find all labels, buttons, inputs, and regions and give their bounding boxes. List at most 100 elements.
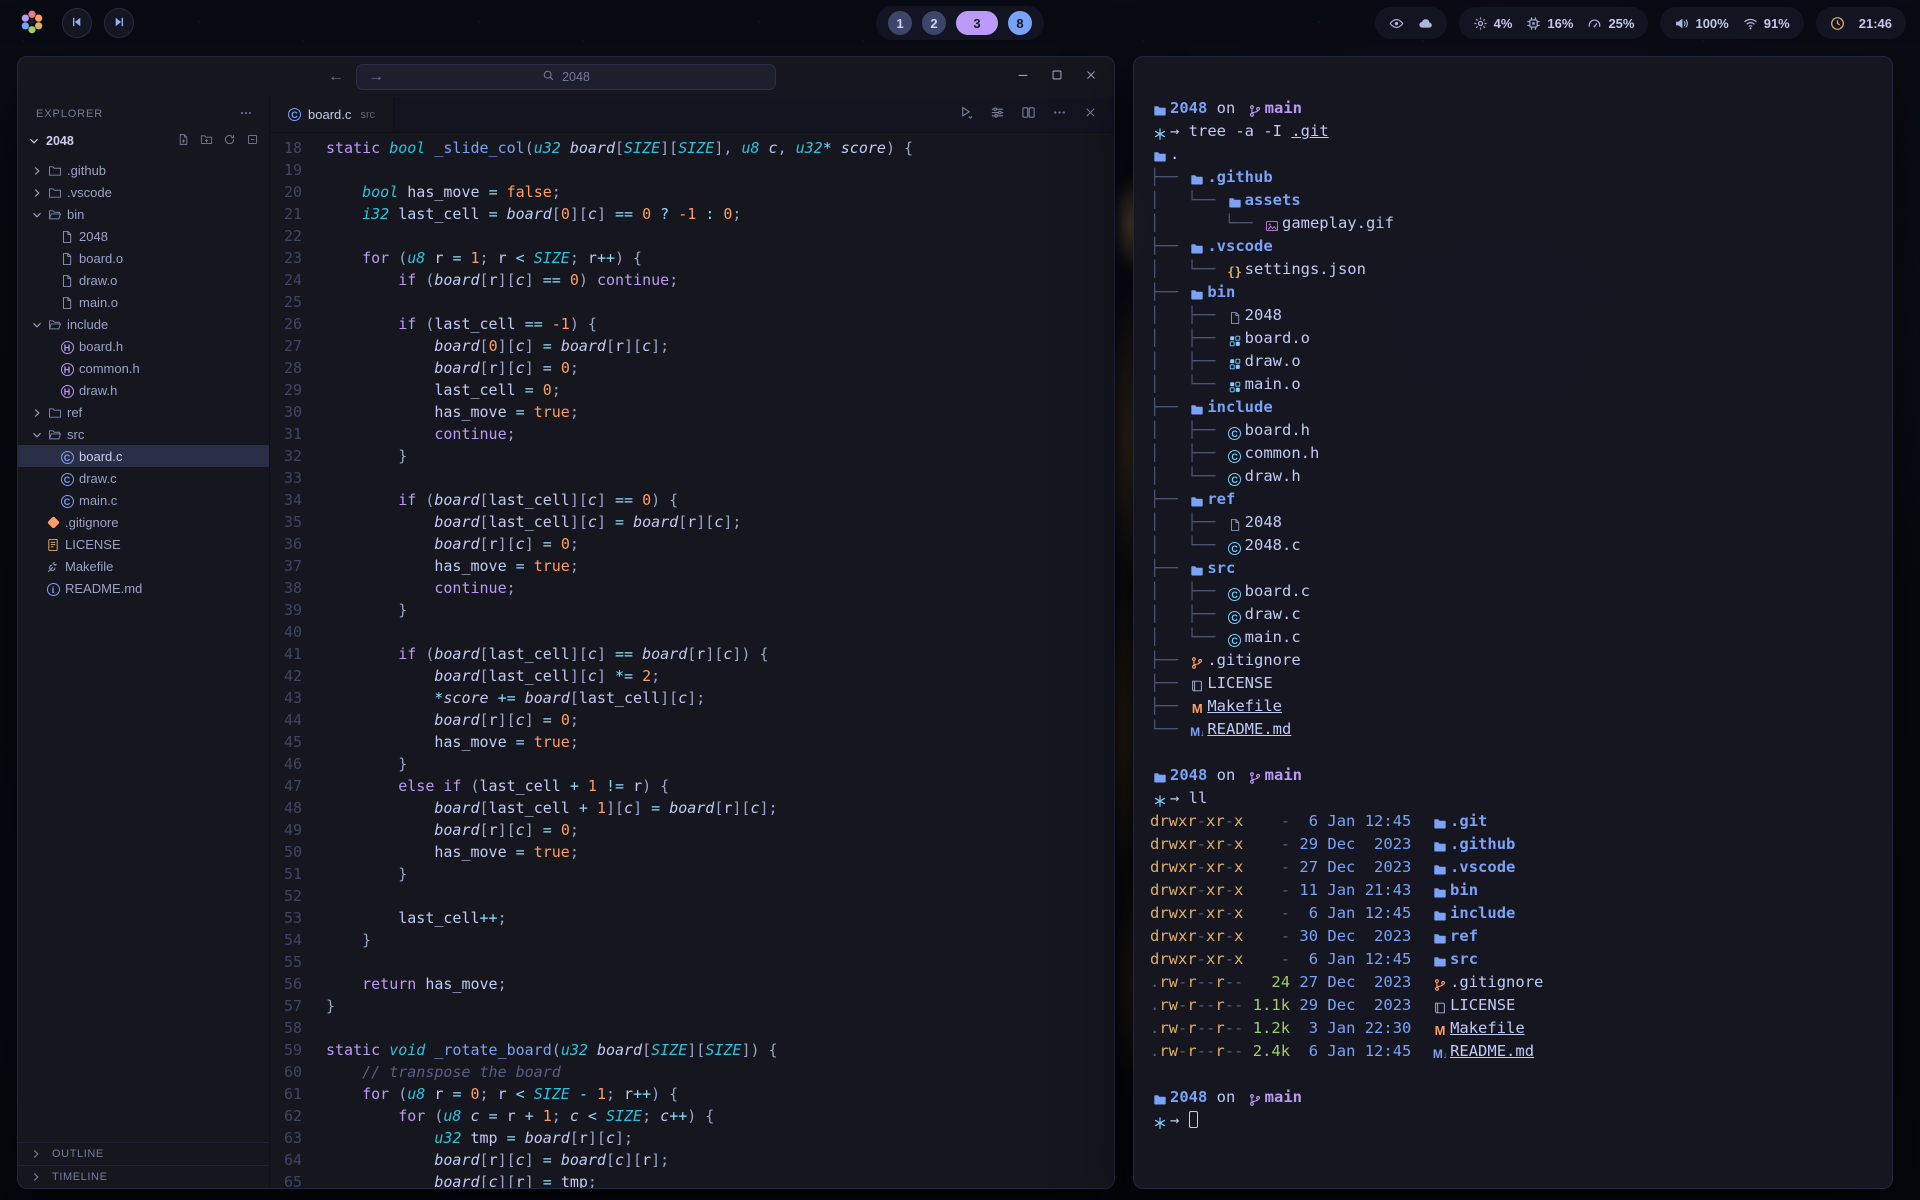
memory-value: 16%: [1547, 16, 1573, 31]
readme-icon: i: [44, 581, 62, 596]
line-number: 18: [270, 137, 302, 159]
folder-icon: [46, 162, 64, 178]
file-label: bin: [67, 207, 84, 222]
volume-stat[interactable]: 100%: [1674, 16, 1728, 31]
explorer-item-board.o[interactable]: board.o: [18, 247, 269, 269]
explorer-item-board.c[interactable]: Cboard.c: [18, 445, 269, 467]
explorer-item-ref[interactable]: ref: [18, 401, 269, 423]
weather-widget[interactable]: [1375, 7, 1447, 39]
close-icon[interactable]: [1084, 68, 1098, 87]
explorer-item-main.c[interactable]: Cmain.c: [18, 489, 269, 511]
launcher-button[interactable]: [14, 5, 50, 41]
minimize-icon[interactable]: [1016, 68, 1030, 87]
explorer-item-LICENSE[interactable]: LICENSE: [18, 533, 269, 555]
explorer-item-README.md[interactable]: iREADME.md: [18, 577, 269, 599]
code-line: board[0][c] = board[r][c];: [326, 335, 1114, 357]
tab-board-c[interactable]: C board.c src: [270, 97, 394, 132]
image-file-icon: [1262, 214, 1282, 237]
explorer-item-main.o[interactable]: main.o: [18, 291, 269, 313]
code-line: for (u8 r = 1; r < SIZE; r++) {: [326, 247, 1114, 269]
makefile-icon: [44, 558, 62, 574]
code-line: i32 last_cell = board[0][c] == 0 ? -1 : …: [326, 203, 1114, 225]
explorer-item-draw.c[interactable]: Cdraw.c: [18, 467, 269, 489]
line-number: 54: [270, 929, 302, 951]
section-label: OUTLINE: [52, 1148, 104, 1160]
workspace-button-3[interactable]: 3: [956, 11, 998, 35]
explorer-item-src[interactable]: src: [18, 423, 269, 445]
explorer-item-draw.o[interactable]: draw.o: [18, 269, 269, 291]
wifi-stat[interactable]: 91%: [1743, 16, 1790, 31]
explorer-item-.vscode[interactable]: .vscode: [18, 181, 269, 203]
terminal-line: ├── bin: [1150, 281, 1892, 304]
chevron-right-icon: [28, 162, 46, 178]
terminal-line: │ └── assets: [1150, 189, 1892, 212]
line-number: 52: [270, 885, 302, 907]
terminal-line: │ └── Cdraw.h: [1150, 465, 1892, 488]
explorer-item-draw.h[interactable]: Hdraw.h: [18, 379, 269, 401]
new-file-icon[interactable]: [177, 133, 190, 149]
code-line: u32 tmp = board[r][c];: [326, 1127, 1114, 1149]
code-line: for (u8 r = 0; r < SIZE - 1; r++) {: [326, 1083, 1114, 1105]
workspace-button-1[interactable]: 1: [888, 11, 912, 35]
line-number: 31: [270, 423, 302, 445]
explorer-item-2048[interactable]: 2048: [18, 225, 269, 247]
code-editor[interactable]: 1819202122232425262728293031323334353637…: [270, 133, 1114, 1188]
line-number: 59: [270, 1039, 302, 1061]
c-file-icon: C: [1225, 605, 1245, 628]
explorer-item-.github[interactable]: .github: [18, 159, 269, 181]
explorer-item-Makefile[interactable]: Makefile: [18, 555, 269, 577]
code-line: }: [326, 753, 1114, 775]
workspace-button-2[interactable]: 2: [922, 11, 946, 35]
terminal-window[interactable]: 2048 on main→ tree -a -I .git.├── .githu…: [1133, 56, 1893, 1189]
command-center-search[interactable]: 2048: [356, 64, 776, 90]
explorer-item-common.h[interactable]: Hcommon.h: [18, 357, 269, 379]
settings-sliders-icon[interactable]: [990, 105, 1005, 125]
top-bar-left: [14, 5, 134, 41]
file-label: Makefile: [65, 559, 113, 574]
c-file-icon: C: [1225, 582, 1245, 605]
terminal-line: 2048 on main: [1150, 1086, 1892, 1109]
media-next-button[interactable]: [104, 8, 134, 38]
more-actions-icon[interactable]: [1052, 105, 1067, 125]
terminal-line: └── M↓README.md: [1150, 718, 1892, 741]
code-line: [326, 885, 1114, 907]
collapse-all-icon[interactable]: [246, 133, 259, 149]
sidebar-section-outline[interactable]: OUTLINE: [18, 1142, 269, 1165]
object-file-icon: [1225, 375, 1245, 398]
run-icon[interactable]: [959, 105, 974, 125]
explorer-item-.gitignore[interactable]: .gitignore: [18, 511, 269, 533]
nav-forward-icon[interactable]: →: [368, 68, 384, 86]
explorer-item-board.h[interactable]: Hboard.h: [18, 335, 269, 357]
terminal-line: │ └── C2048.c: [1150, 534, 1892, 557]
clock-widget[interactable]: 21:46: [1816, 7, 1906, 39]
more-actions-icon[interactable]: [239, 106, 253, 123]
top-bar: 1238 4% 16% 25% 100%: [0, 0, 1920, 46]
maximize-icon[interactable]: [1050, 68, 1064, 87]
workspace-button-8[interactable]: 8: [1008, 11, 1032, 35]
terminal-line: ├── .gitignore: [1150, 649, 1892, 672]
explorer-item-bin[interactable]: bin: [18, 203, 269, 225]
explorer-file-tree: .github.vscode bin 2048board.odraw.omain.o…: [18, 159, 269, 599]
folder-icon: [1430, 881, 1450, 904]
line-number: 57: [270, 995, 302, 1017]
code-line: board[c][r] = tmp;: [326, 1171, 1114, 1188]
code-line: if (board[last_cell][c] == board[r][c]) …: [326, 643, 1114, 665]
vscode-titlebar[interactable]: ← → 2048: [18, 57, 1114, 97]
split-editor-icon[interactable]: [1021, 105, 1036, 125]
media-prev-button[interactable]: [62, 8, 92, 38]
skip-next-icon: [112, 15, 126, 32]
new-folder-icon[interactable]: [200, 133, 213, 149]
terminal-line: drwxr-xr-x - 30 Dec 2023 ref: [1150, 925, 1892, 948]
refresh-icon[interactable]: [223, 133, 236, 149]
close-editor-icon[interactable]: [1083, 105, 1098, 125]
folder-icon: [46, 184, 64, 200]
nav-back-icon[interactable]: ←: [328, 68, 344, 86]
code-line: [326, 159, 1114, 181]
explorer-item-include[interactable]: include: [18, 313, 269, 335]
sidebar-section-timeline[interactable]: TIMELINE: [18, 1165, 269, 1188]
line-number: 45: [270, 731, 302, 753]
line-number: 32: [270, 445, 302, 467]
file-label: draw.h: [79, 383, 117, 398]
volume-value: 100%: [1695, 16, 1728, 31]
explorer-root-folder[interactable]: 2048: [18, 129, 269, 153]
